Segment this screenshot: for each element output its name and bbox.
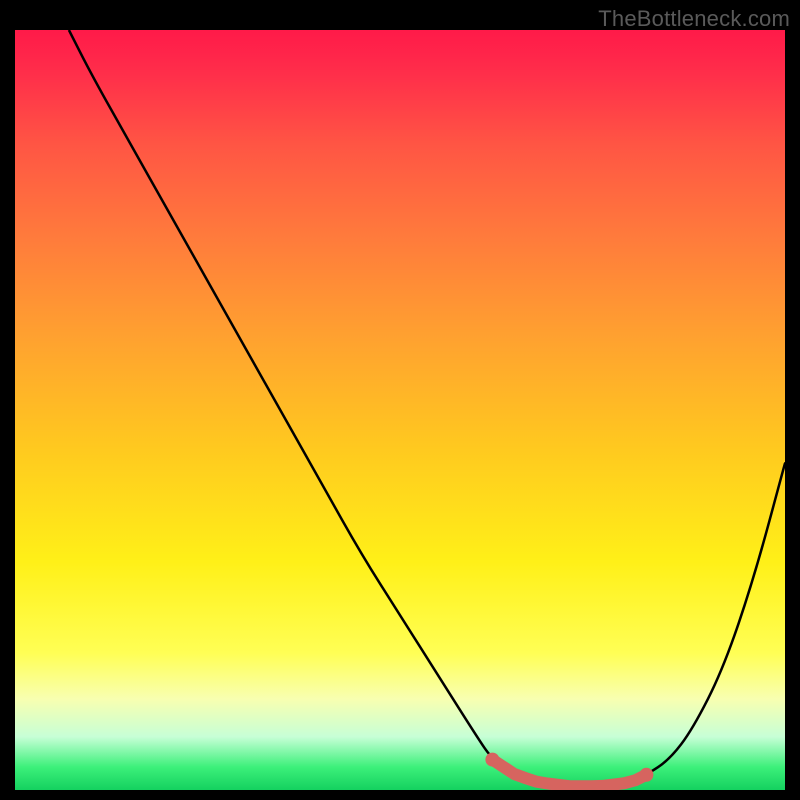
gradient-rect — [15, 30, 785, 790]
watermark-label: TheBottleneck.com — [598, 6, 790, 32]
gradient-background — [15, 30, 785, 790]
chart-frame: { "watermark": { "text": "TheBottleneck.… — [0, 0, 800, 800]
plot-area — [15, 30, 785, 790]
